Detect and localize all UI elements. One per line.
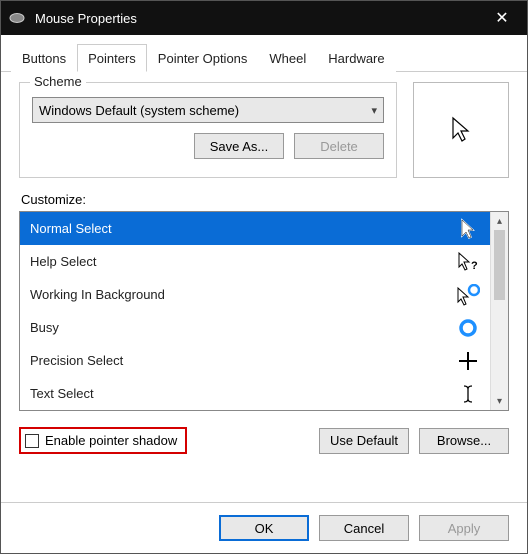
enable-pointer-shadow-checkbox[interactable] <box>25 434 39 448</box>
scheme-select[interactable]: Windows Default (system scheme) ▾ <box>32 97 384 123</box>
scrollbar[interactable]: ▴ ▾ <box>490 212 508 410</box>
cursor-precision-icon <box>456 351 480 371</box>
tab-pointer-options[interactable]: Pointer Options <box>147 44 259 72</box>
mouse-icon <box>9 12 27 24</box>
tab-bar: Buttons Pointers Pointer Options Wheel H… <box>1 35 527 72</box>
list-item-help-select[interactable]: Help Select ? <box>20 245 490 278</box>
enable-pointer-shadow-label: Enable pointer shadow <box>45 433 177 448</box>
list-item-text-select[interactable]: Text Select <box>20 377 490 410</box>
scheme-group-label: Scheme <box>30 74 86 89</box>
tab-pointers[interactable]: Pointers <box>77 44 147 72</box>
cancel-button[interactable]: Cancel <box>319 515 409 541</box>
cursor-arrow-icon <box>451 116 471 144</box>
list-item-label: Working In Background <box>30 287 165 302</box>
scroll-up-icon[interactable]: ▴ <box>491 212 508 230</box>
cursor-text-icon <box>456 384 480 404</box>
scroll-track[interactable] <box>491 300 508 392</box>
list-item-working-in-background[interactable]: Working In Background <box>20 278 490 311</box>
scheme-group: Scheme Windows Default (system scheme) ▾… <box>19 82 397 178</box>
list-item-label: Busy <box>30 320 59 335</box>
customize-label: Customize: <box>21 192 509 207</box>
delete-button: Delete <box>294 133 384 159</box>
close-icon[interactable]: ✕ <box>485 8 519 28</box>
cursor-help-icon: ? <box>456 251 480 273</box>
dialog-footer: OK Cancel Apply <box>1 502 527 553</box>
cursor-working-icon <box>456 284 480 306</box>
tab-buttons[interactable]: Buttons <box>11 44 77 72</box>
list-item-label: Help Select <box>30 254 96 269</box>
cursor-arrow-icon <box>456 218 480 240</box>
list-item-busy[interactable]: Busy <box>20 311 490 344</box>
save-as-button[interactable]: Save As... <box>194 133 284 159</box>
list-item-label: Normal Select <box>30 221 112 236</box>
mouse-properties-window: Mouse Properties ✕ Buttons Pointers Poin… <box>0 0 528 554</box>
ok-button[interactable]: OK <box>219 515 309 541</box>
scheme-row: Scheme Windows Default (system scheme) ▾… <box>19 82 509 178</box>
window-title: Mouse Properties <box>35 11 485 26</box>
list-item-normal-select[interactable]: Normal Select <box>20 212 490 245</box>
scroll-thumb[interactable] <box>494 230 505 300</box>
apply-button: Apply <box>419 515 509 541</box>
browse-button[interactable]: Browse... <box>419 428 509 454</box>
use-default-button[interactable]: Use Default <box>319 428 409 454</box>
tab-wheel[interactable]: Wheel <box>258 44 317 72</box>
scroll-down-icon[interactable]: ▾ <box>491 392 508 410</box>
titlebar: Mouse Properties ✕ <box>1 1 527 35</box>
enable-pointer-shadow-highlight: Enable pointer shadow <box>19 427 187 454</box>
cursor-busy-icon <box>456 318 480 338</box>
list-item-label: Text Select <box>30 386 94 401</box>
svg-text:?: ? <box>471 260 478 272</box>
list-item-precision-select[interactable]: Precision Select <box>20 344 490 377</box>
list-item-label: Precision Select <box>30 353 123 368</box>
chevron-down-icon: ▾ <box>371 104 377 117</box>
tab-hardware[interactable]: Hardware <box>317 44 395 72</box>
scheme-selected-value: Windows Default (system scheme) <box>39 103 239 118</box>
cursor-list: Normal Select Help Select ? Working In B… <box>19 211 509 411</box>
tab-body: Scheme Windows Default (system scheme) ▾… <box>1 72 527 502</box>
cursor-preview <box>413 82 509 178</box>
lower-row: Enable pointer shadow Use Default Browse… <box>19 427 509 454</box>
